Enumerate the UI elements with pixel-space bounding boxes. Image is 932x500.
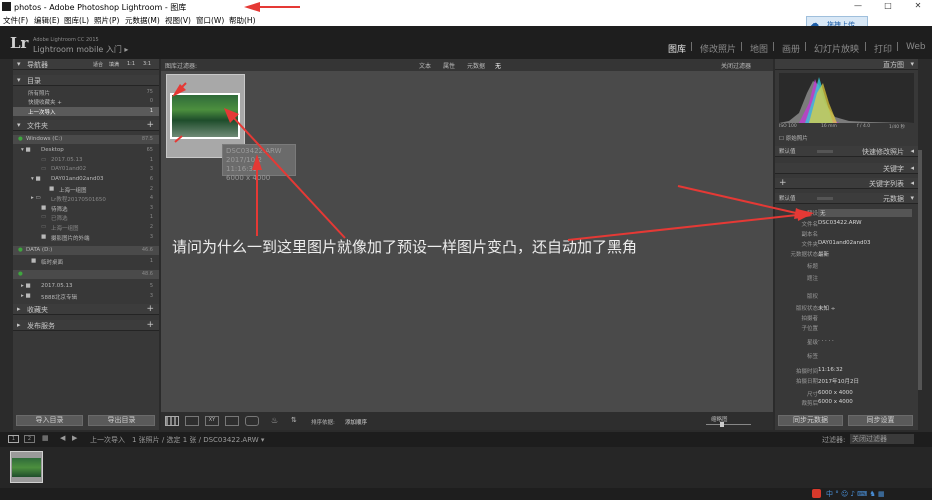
annotation-arrows <box>172 2 814 241</box>
red-arrow-center <box>224 108 346 239</box>
red-arrow-title <box>244 2 300 12</box>
red-arrow-corner <box>174 135 183 143</box>
red-arrow-preset <box>567 209 814 241</box>
red-arrow-photo <box>172 82 187 97</box>
red-arrow-metadata <box>677 185 812 219</box>
red-arrow-up <box>252 154 262 236</box>
